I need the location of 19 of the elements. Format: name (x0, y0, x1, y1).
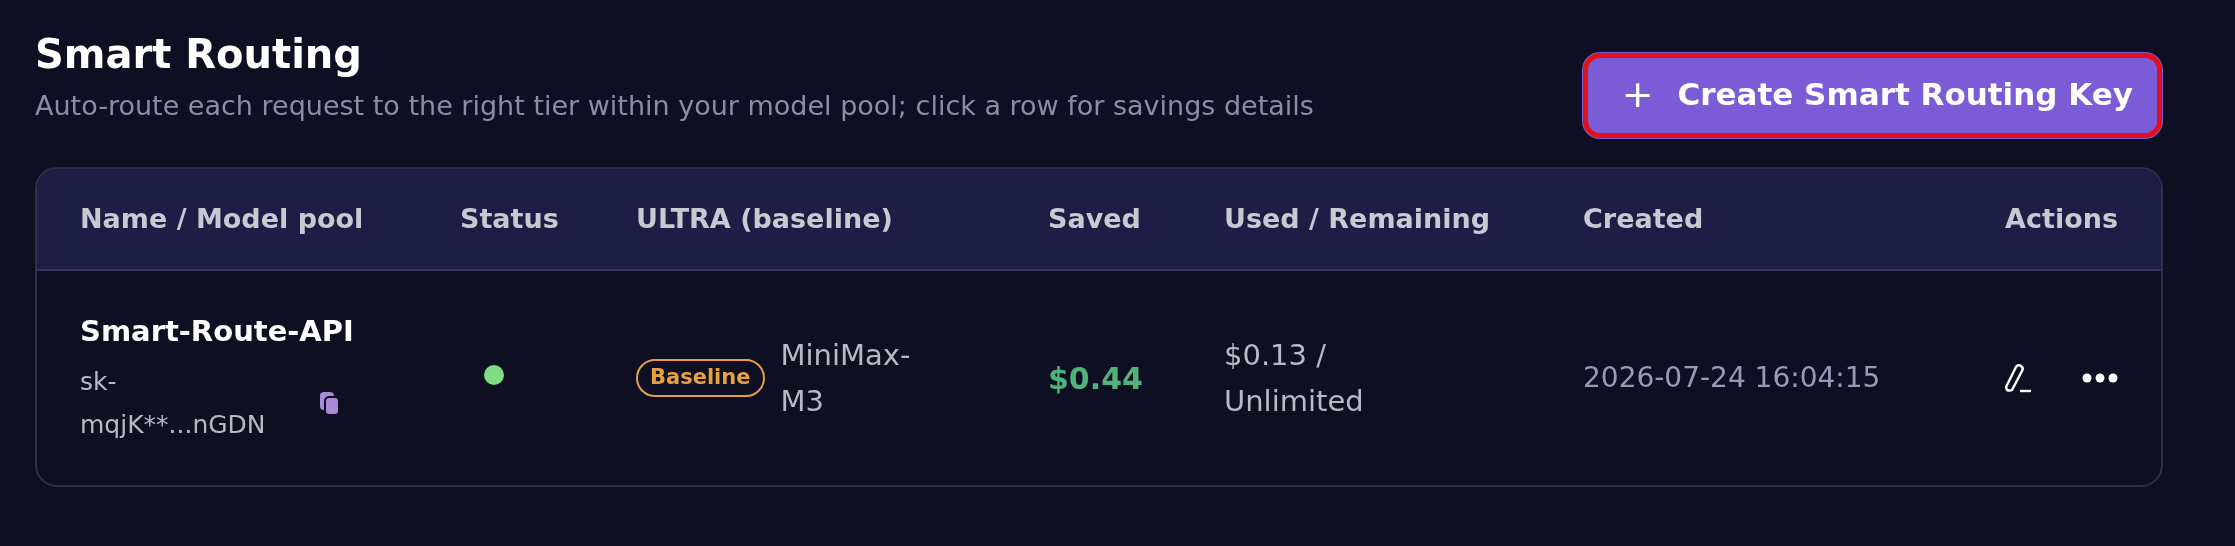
column-header: Created (1583, 201, 1705, 236)
api-key-text: sk-mqjK**...nGDN (80, 366, 267, 441)
column-header: Saved (1048, 201, 1142, 236)
column-header: Used / Remaining (1224, 201, 1492, 236)
usage-text: $0.13 / Unlimited (1224, 336, 1365, 420)
column-header: ULTRA (baseline) (636, 201, 894, 236)
column-header: Status (460, 201, 560, 236)
created-date: 2026-07-24 16:04:15 (1583, 360, 1882, 396)
more-icon[interactable] (2082, 373, 2118, 383)
column-header: Actions (2005, 201, 2118, 236)
create-key-button[interactable]: + Create Smart Routing Key (1581, 52, 2163, 139)
page-subtitle: Auto-route each request to the right tier within your model pool; click a row for savings details (35, 89, 1314, 123)
model-name: MiniMax-M3 (780, 336, 911, 420)
column-header: Name / Model pool (80, 201, 365, 236)
copy-icon[interactable] (319, 390, 341, 417)
baseline-badge: Baseline (636, 359, 765, 397)
saved-amount: $0.44 (1048, 359, 1144, 398)
page-title: Smart Routing (35, 30, 363, 78)
key-name: Smart-Route-API (80, 312, 355, 350)
